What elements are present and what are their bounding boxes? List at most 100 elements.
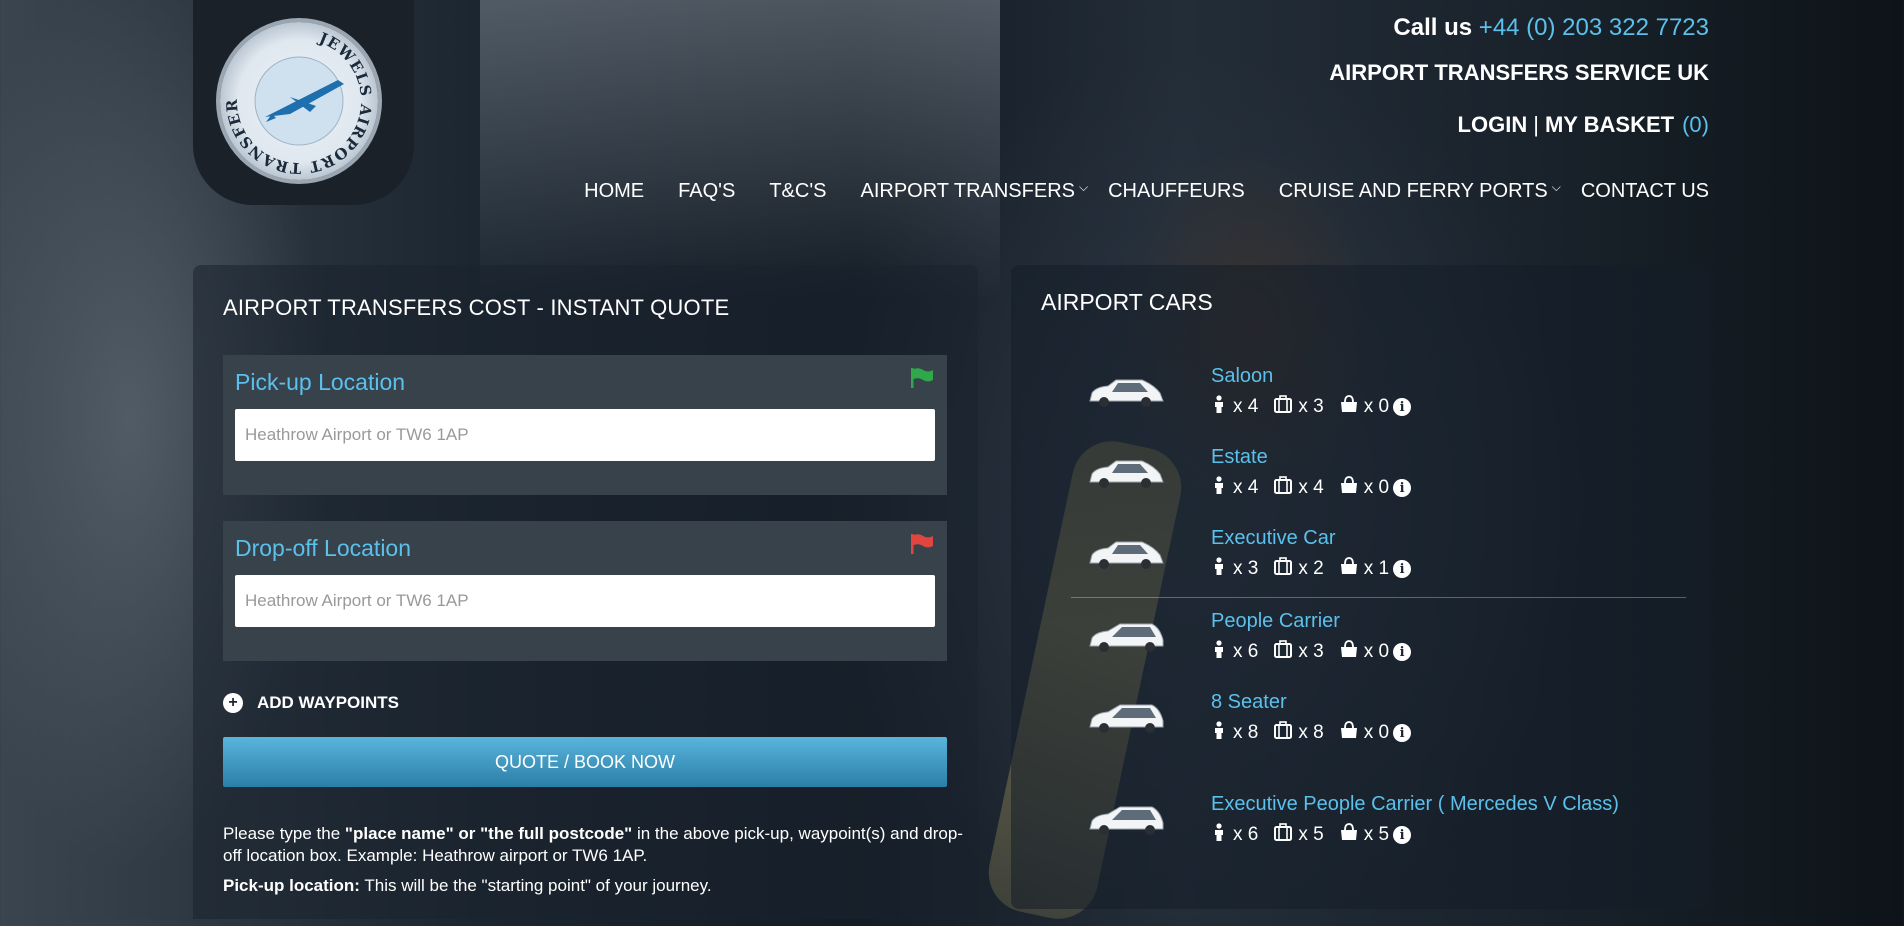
info-icon[interactable]: i [1393, 560, 1412, 578]
dropoff-label: Drop-off Location [235, 535, 412, 561]
cars-title: AIRPORT CARS [1041, 289, 1213, 315]
car-name[interactable]: Saloon [1211, 365, 1273, 388]
large-bag-count: x 2 [1298, 558, 1324, 579]
car-specs: x 3 x 2 x 1 i [1211, 557, 1412, 581]
small-bag-count: x 0 [1363, 641, 1390, 662]
bag-icon [1340, 476, 1364, 500]
red-flag-icon [911, 534, 933, 554]
large-bag-count: x 4 [1298, 477, 1324, 498]
nav-airport-transfers-label[interactable]: AIRPORT TRANSFERS [860, 180, 1075, 203]
pickup-help-bold: Pick-up location: [223, 876, 360, 895]
phone-link[interactable]: +44 (0) 203 322 7723 [1479, 14, 1709, 41]
nav-home-label[interactable]: HOME [584, 180, 644, 203]
info-icon[interactable]: i [1393, 398, 1412, 416]
nav-cruise-ferry-label[interactable]: CRUISE AND FERRY PORTS [1279, 180, 1548, 203]
car-image[interactable] [1086, 803, 1166, 839]
dropoff-box: Drop-off Location [223, 521, 947, 661]
suitcase-icon [1274, 721, 1298, 745]
info-icon[interactable]: i [1393, 643, 1412, 661]
car-image[interactable] [1086, 537, 1166, 573]
passenger-count: x 4 [1233, 477, 1259, 498]
large-bag-count: x 3 [1298, 396, 1324, 417]
car-image[interactable] [1086, 456, 1166, 492]
car-specs: x 6 x 5 x 5 i [1211, 823, 1412, 847]
car-specs: x 6 x 3 x 0 i [1211, 640, 1412, 664]
small-bag-capacity: x 0 [1340, 395, 1389, 419]
pickup-help-paragraph: Pick-up location: This will be the "star… [223, 875, 963, 897]
car-row[interactable]: Saloon x 4 x 3 x 0 i [1086, 365, 1706, 435]
info-icon[interactable]: i [1393, 724, 1412, 742]
info-icon[interactable]: i [1393, 479, 1412, 497]
car-name[interactable]: Executive People Carrier ( Mercedes V Cl… [1211, 793, 1619, 816]
passenger-capacity: x 4 [1211, 476, 1258, 500]
person-icon [1211, 721, 1233, 745]
info-icon[interactable]: i [1393, 826, 1412, 844]
passenger-count: x 3 [1233, 558, 1259, 579]
green-flag-icon [911, 368, 933, 388]
chevron-down-icon[interactable]: ⌵ [1552, 180, 1561, 195]
logo-container[interactable]: JEWELS AIRPORT TRANSFERS [193, 0, 414, 205]
large-bag-capacity: x 8 [1274, 721, 1324, 745]
nav-faqs[interactable]: FAQ'S [678, 180, 735, 203]
plus-circle-icon[interactable]: + [223, 693, 243, 713]
basket-count[interactable]: (0) [1682, 112, 1709, 137]
small-bag-count: x 0 [1363, 722, 1390, 743]
nav-home[interactable]: HOME [584, 180, 644, 203]
large-bag-count: x 3 [1298, 641, 1324, 662]
car-name[interactable]: People Carrier [1211, 610, 1340, 633]
chevron-down-icon[interactable]: ⌵ [1079, 180, 1088, 195]
pickup-label: Pick-up Location [235, 369, 406, 395]
car-row[interactable]: People Carrier x 6 x 3 x 0 i [1086, 610, 1706, 680]
background-highlight [480, 0, 1000, 300]
car-image[interactable] [1086, 620, 1166, 656]
basket-link[interactable]: MY BASKET [1545, 112, 1674, 137]
car-image[interactable] [1086, 375, 1166, 411]
add-waypoints-label[interactable]: ADD WAYPOINTS [257, 693, 399, 713]
nav-contact[interactable]: CONTACT US [1581, 180, 1709, 203]
pickup-input[interactable] [235, 409, 935, 461]
large-bag-capacity: x 3 [1274, 395, 1324, 419]
nav-chauffeurs[interactable]: CHAUFFEURS [1108, 180, 1245, 203]
car-list-divider [1071, 597, 1686, 598]
nav-airport-transfers[interactable]: AIRPORT TRANSFERS ⌵ [860, 180, 1088, 203]
account-separator: | [1533, 112, 1539, 137]
main-nav: HOME FAQ'S T&C'S AIRPORT TRANSFERS ⌵ CHAU… [550, 180, 1709, 203]
bag-icon [1340, 395, 1364, 419]
logo[interactable]: JEWELS AIRPORT TRANSFERS [220, 22, 378, 180]
nav-tcs[interactable]: T&C'S [769, 180, 826, 203]
call-label: Call us [1393, 14, 1473, 41]
dropoff-input[interactable] [235, 575, 935, 627]
small-bag-capacity: x 5 [1340, 823, 1389, 847]
quote-book-button[interactable]: QUOTE / BOOK NOW [223, 737, 947, 787]
car-row[interactable]: Estate x 4 x 4 x 0 i [1086, 446, 1706, 516]
airport-cars-panel: AIRPORT CARS Saloon x 4 x 3 x 0 i Estate… [1011, 265, 1708, 909]
nav-cruise-ferry[interactable]: CRUISE AND FERRY PORTS ⌵ [1279, 180, 1561, 203]
nav-contact-label[interactable]: CONTACT US [1581, 180, 1709, 203]
pickup-help-text: This will be the "starting point" of you… [359, 876, 712, 895]
large-bag-capacity: x 3 [1274, 640, 1324, 664]
car-name[interactable]: Executive Car [1211, 527, 1336, 550]
add-waypoints-button[interactable]: + ADD WAYPOINTS [223, 693, 399, 713]
car-name[interactable]: Estate [1211, 446, 1268, 469]
nav-faqs-label[interactable]: FAQ'S [678, 180, 735, 203]
car-name[interactable]: 8 Seater [1211, 691, 1287, 714]
help-bold: "place name" or "the full postcode" [344, 824, 633, 843]
suitcase-icon [1274, 476, 1298, 500]
suitcase-icon [1274, 557, 1298, 581]
car-row[interactable]: 8 Seater x 8 x 8 x 0 i [1086, 691, 1706, 761]
car-image[interactable] [1086, 701, 1166, 737]
login-link[interactable]: LOGIN [1458, 112, 1528, 137]
car-row[interactable]: Executive People Carrier ( Mercedes V Cl… [1086, 793, 1706, 863]
large-bag-capacity: x 2 [1274, 557, 1324, 581]
passenger-count: x 6 [1233, 824, 1259, 845]
person-icon [1211, 395, 1233, 419]
nav-chauffeurs-label[interactable]: CHAUFFEURS [1108, 180, 1245, 203]
small-bag-count: x 0 [1363, 396, 1390, 417]
car-row[interactable]: Executive Car x 3 x 2 x 1 i [1086, 527, 1706, 597]
help-prefix: Please type the [223, 824, 345, 843]
quote-title: AIRPORT TRANSFERS COST - INSTANT QUOTE [223, 295, 730, 320]
person-icon [1211, 823, 1233, 847]
nav-tcs-label[interactable]: T&C'S [769, 180, 826, 203]
large-bag-capacity: x 5 [1274, 823, 1324, 847]
pickup-box: Pick-up Location [223, 355, 947, 495]
